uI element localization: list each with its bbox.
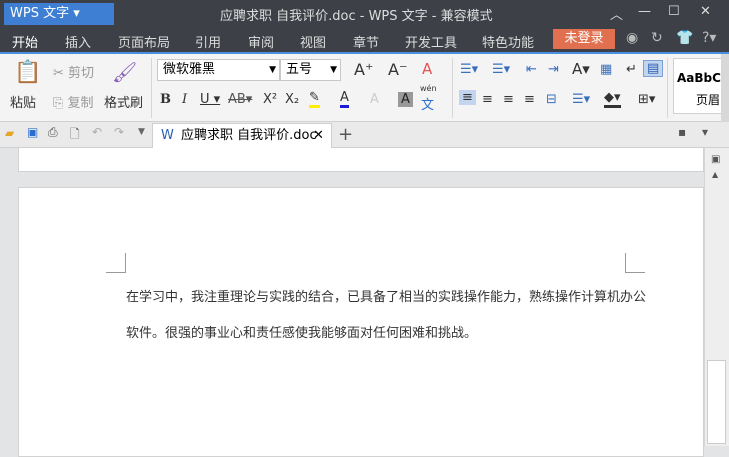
font-color-icon[interactable]: A — [340, 90, 349, 108]
decrease-indent-icon[interactable]: ⇤ — [526, 62, 537, 77]
document-tab-label: 应聘求职 自我评价.doc — [181, 128, 317, 143]
pinyin-icon[interactable]: wén — [420, 84, 437, 93]
tab-review[interactable]: 审阅 — [248, 32, 274, 51]
paragraph-line[interactable]: 软件。很强的事业心和责任感使我能够面对任何困难和挑战。 — [126, 322, 477, 341]
redo-icon[interactable]: ↷ — [114, 125, 124, 139]
maximize-button[interactable]: ☐ — [668, 4, 680, 19]
highlight-icon[interactable]: ✎ — [309, 90, 320, 108]
customize-icon[interactable]: ▼ — [138, 127, 145, 137]
help-icon[interactable]: ?▾ — [702, 30, 716, 46]
align-center-icon[interactable]: ≡ — [482, 92, 493, 107]
save-icon[interactable]: ▣ — [27, 125, 38, 139]
window-title: 应聘求职 自我评价.doc - WPS 文字 - 兼容模式 — [220, 9, 493, 24]
tab-insert[interactable]: 插入 — [65, 32, 91, 51]
font-name-select[interactable]: 微软雅黑 ▼ — [157, 59, 280, 81]
align-left-icon[interactable]: ≡ — [459, 90, 476, 105]
font-name-value: 微软雅黑 — [163, 62, 216, 77]
tab-developer[interactable]: 开发工具 — [405, 32, 457, 51]
skin-icon[interactable]: ◉ — [626, 30, 638, 46]
pinyin-char: 文 — [421, 98, 435, 113]
font-size-value: 五号 — [286, 62, 313, 77]
clear-format-icon[interactable]: A — [422, 60, 432, 78]
pinyin-label: wén — [420, 84, 437, 93]
bullets-icon[interactable]: ☰▾ — [460, 62, 478, 77]
tab-menu-icon[interactable]: ▾ — [702, 125, 708, 139]
cut-label: 剪切 — [68, 66, 95, 81]
numbering-icon[interactable]: ☰▾ — [492, 62, 510, 77]
strikethrough-icon[interactable]: AB▾ — [228, 92, 252, 107]
scroll-up-icon[interactable]: ▲ — [712, 170, 718, 179]
divider — [667, 58, 668, 118]
borders-icon[interactable]: ⊞▾ — [638, 92, 655, 107]
print-preview-icon[interactable]: 🗋 — [70, 125, 80, 146]
tab-list-icon[interactable]: ▪ — [678, 125, 686, 139]
vertical-scrollbar[interactable]: ▣ ▲ — [704, 148, 729, 446]
grow-font-icon[interactable]: A⁺ — [354, 60, 373, 79]
italic-icon[interactable]: I — [182, 92, 187, 107]
tab-section[interactable]: 章节 — [353, 32, 379, 51]
increase-indent-icon[interactable]: ⇥ — [548, 62, 559, 77]
menu-tabs: 开始 插入 页面布局 引用 审阅 视图 章节 开发工具 特色功能 — [0, 26, 729, 56]
new-tab-button[interactable]: + — [338, 124, 353, 145]
paste-icon[interactable]: 📋 — [14, 60, 41, 85]
app-menu-button[interactable]: WPS 文字 ▾ — [4, 3, 114, 25]
paragraph-mark-icon[interactable]: ↵ — [626, 62, 637, 77]
tab-references[interactable]: 引用 — [195, 32, 221, 51]
collapse-ribbon-icon[interactable]: ︿ — [610, 4, 623, 23]
minimize-button[interactable]: — — [638, 4, 651, 19]
format-painter-icon[interactable]: 🖌 — [112, 60, 137, 84]
scrollbar-thumb[interactable] — [707, 360, 726, 444]
style-preview: AaBbC — [677, 71, 721, 85]
bold-icon[interactable]: B — [160, 92, 171, 107]
style-label: 页眉 — [696, 93, 721, 107]
margin-mark — [625, 253, 645, 273]
underline-icon[interactable]: U ▾ — [200, 92, 220, 107]
paragraph-line[interactable]: 在学习中，我注重理论与实践的结合，已具备了相当的实践操作能力，熟练操作计算机办公 — [126, 286, 646, 305]
paste-button[interactable]: 粘贴 — [10, 92, 36, 111]
quick-access-bar: ▰ ▣ ⎙ 🗋 ↶ ↷ ▼ ▪ ▾ — [0, 122, 729, 148]
align-right-icon[interactable]: ≡ — [503, 92, 514, 107]
subscript-icon[interactable]: X₂ — [285, 92, 299, 107]
tab-view[interactable]: 视图 — [300, 32, 326, 51]
ribbon: 📋 粘贴 ✂ 剪切 ⎘ 复制 🖌 格式刷 微软雅黑 ▼ 五号 ▼ A⁺ A⁻ A B… — [0, 52, 729, 122]
show-nav-icon[interactable]: ▤ — [643, 60, 664, 77]
justify-icon[interactable]: ≡ — [524, 92, 535, 107]
print-icon[interactable]: ⎙ — [48, 125, 58, 140]
divider — [452, 58, 453, 118]
shirt-icon[interactable]: 👕 — [676, 30, 693, 46]
superscript-icon[interactable]: X² — [263, 92, 277, 107]
text-effect-icon[interactable]: A — [370, 92, 379, 107]
char-shading-icon[interactable]: A — [398, 92, 413, 107]
tab-features[interactable]: 特色功能 — [482, 32, 534, 51]
word-doc-icon: W — [161, 128, 174, 143]
copy-label: 复制 — [67, 96, 94, 111]
tab-page-layout[interactable]: 页面布局 — [118, 32, 170, 51]
undo-icon[interactable]: ↶ — [92, 125, 102, 139]
close-button[interactable]: ✕ — [700, 4, 711, 19]
close-tab-icon[interactable]: ✕ — [313, 124, 324, 148]
line-spacing-icon[interactable]: ☰▾ — [572, 92, 590, 107]
document-tab[interactable]: W 应聘求职 自我评价.doc ✕ — [152, 123, 332, 148]
copy-button[interactable]: ⎘ 复制 — [53, 92, 94, 111]
open-icon[interactable]: ▰ — [5, 126, 14, 140]
table-icon[interactable]: ▦ — [600, 62, 612, 77]
margin-mark — [106, 253, 126, 273]
distributed-icon[interactable]: ⊟ — [546, 92, 557, 107]
login-button[interactable]: 未登录 — [553, 29, 615, 49]
title-bar: WPS 文字 ▾ 应聘求职 自我评价.doc - WPS 文字 - 兼容模式 ︿… — [0, 0, 729, 26]
app-logo: WPS 文字 — [10, 6, 70, 21]
cut-button[interactable]: ✂ 剪切 — [53, 62, 94, 81]
shrink-font-icon[interactable]: A⁻ — [388, 60, 407, 79]
shading-icon[interactable]: ◆▾ — [604, 90, 621, 108]
sync-icon[interactable]: ↻ — [651, 30, 663, 46]
char-spacing-icon[interactable]: A▾ — [572, 60, 590, 78]
font-size-select[interactable]: 五号 ▼ — [280, 59, 341, 81]
ribbon-scroll-button[interactable] — [721, 54, 729, 122]
split-icon[interactable]: ▣ — [711, 154, 720, 165]
divider — [151, 58, 152, 118]
style-gallery-item[interactable]: AaBbC 页眉 — [673, 58, 723, 114]
format-painter-button[interactable]: 格式刷 — [104, 92, 143, 111]
page-previous — [18, 148, 704, 172]
